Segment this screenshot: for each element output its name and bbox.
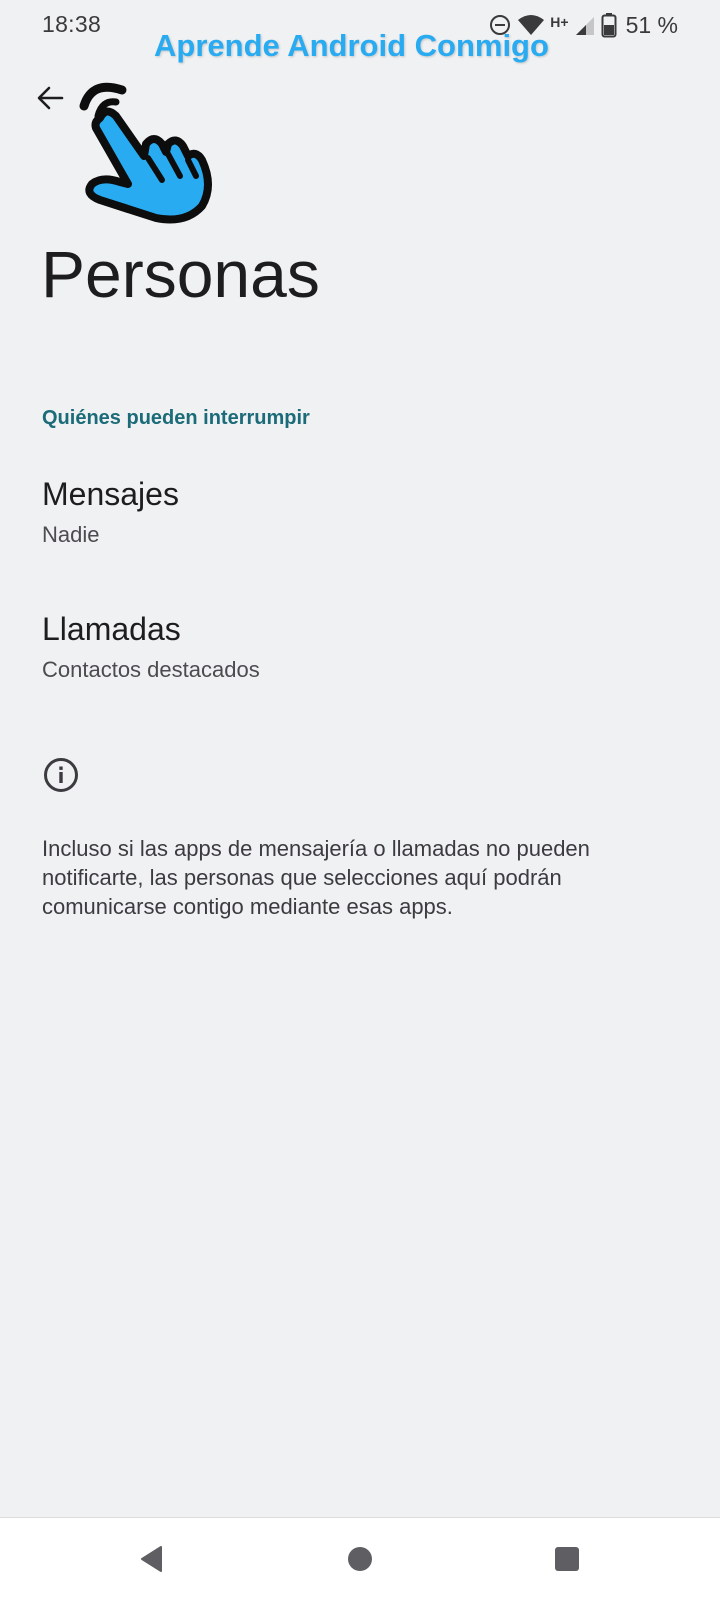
back-icon [141, 1546, 162, 1572]
signal-icon [575, 17, 594, 35]
back-button[interactable] [26, 74, 74, 122]
network-type-label: H+ [550, 14, 569, 30]
messages-preference[interactable]: Mensajes Nadie [0, 470, 720, 580]
recents-icon [555, 1547, 579, 1571]
messages-title: Mensajes [42, 476, 179, 512]
nav-back-button[interactable] [129, 1536, 175, 1582]
section-header: Quiénes pueden interrumpir [42, 407, 310, 429]
battery-percentage: 51 % [625, 11, 678, 38]
page-title: Personas [41, 237, 320, 311]
calls-title: Llamadas [42, 611, 181, 647]
info-footer-text: Incluso si las apps de mensajería o llam… [42, 836, 590, 919]
battery-icon [601, 13, 617, 38]
calls-summary: Contactos destacados [42, 657, 260, 682]
status-time: 18:38 [42, 11, 102, 37]
watermark-title: Aprende Android Conmigo [154, 28, 549, 63]
nav-recents-button[interactable] [544, 1536, 590, 1582]
nav-home-button[interactable] [337, 1536, 383, 1582]
pointing-hand-icon [79, 82, 212, 224]
messages-summary: Nadie [42, 522, 100, 547]
info-icon [44, 758, 78, 792]
navigation-bar [0, 1517, 720, 1600]
home-icon [348, 1547, 372, 1571]
calls-preference[interactable]: Llamadas Contactos destacados [0, 605, 720, 715]
arrow-back-icon [37, 86, 64, 110]
